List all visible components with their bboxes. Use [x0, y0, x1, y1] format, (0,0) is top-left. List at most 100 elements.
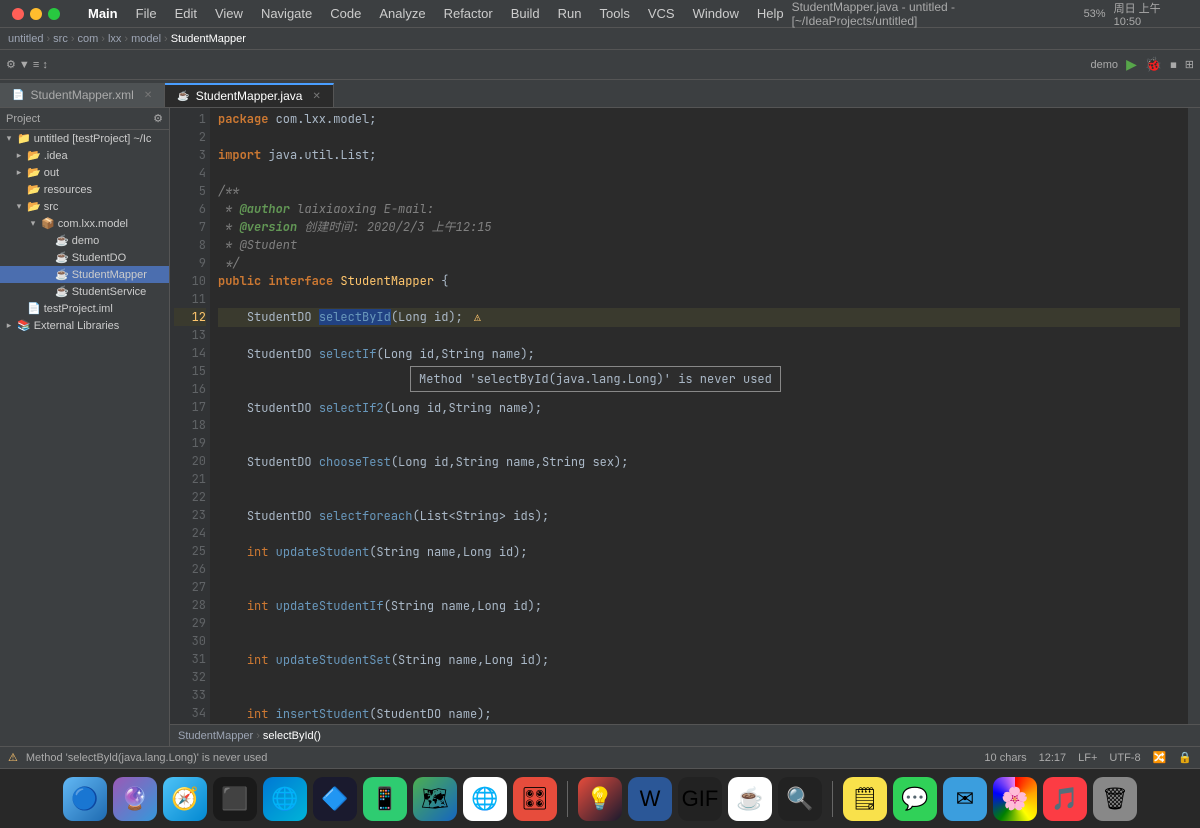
menu-build[interactable]: Build: [503, 4, 548, 23]
tree-src-label: src: [44, 201, 59, 213]
layout-button[interactable]: ⊞: [1185, 58, 1194, 71]
code-line-18: [218, 417, 1180, 435]
tab-xml-label: StudentMapper.xml: [30, 88, 133, 102]
tab-xml-close[interactable]: ✕: [144, 90, 152, 101]
run-config-label: demo: [1091, 59, 1119, 71]
tree-idea-label: .idea: [44, 150, 68, 162]
dock-safari[interactable]: 🧭: [163, 777, 207, 821]
tree-root[interactable]: ▾ 📁 untitled [testProject] ~/Ic: [0, 130, 169, 147]
debug-button[interactable]: 🐞: [1145, 56, 1162, 73]
dock-webstorm[interactable]: 🔷: [313, 777, 357, 821]
dock-chrome[interactable]: 🌐: [463, 777, 507, 821]
tab-java[interactable]: ☕ StudentMapper.java ✕: [165, 83, 334, 107]
scrollbar[interactable]: [1188, 108, 1200, 724]
dock-maps[interactable]: 🗺: [413, 777, 457, 821]
menu-help[interactable]: Help: [749, 4, 792, 23]
git-icon[interactable]: 🔀: [1153, 751, 1167, 764]
tree-item-studentdo[interactable]: ☕ StudentDO: [0, 249, 169, 266]
dock-edge[interactable]: 🌐: [263, 777, 307, 821]
dock-gifsicle[interactable]: GIF: [678, 777, 722, 821]
breadcrumb-item-model[interactable]: model: [131, 33, 161, 45]
system-tray: 53% 周日 上午10:50: [1084, 0, 1188, 28]
dock-notes[interactable]: 🗒: [843, 777, 887, 821]
dock-messages[interactable]: 💬: [893, 777, 937, 821]
tree-item-idea[interactable]: ▸ 📂 .idea: [0, 147, 169, 164]
menu-edit[interactable]: Edit: [167, 4, 205, 23]
minimize-button[interactable]: [30, 8, 42, 20]
tree-item-external[interactable]: ▸ 📚 External Libraries: [0, 317, 169, 334]
stop-button[interactable]: ⏹: [1170, 57, 1177, 73]
tree-studentdo-label: StudentDO: [72, 252, 126, 264]
dock-phone[interactable]: 📱: [363, 777, 407, 821]
menu-code[interactable]: Code: [322, 4, 369, 23]
code-line-3: import java.util.List;: [218, 146, 1180, 164]
menu-refactor[interactable]: Refactor: [436, 4, 501, 23]
menu-run[interactable]: Run: [550, 4, 590, 23]
tree-arrow: ▸: [4, 320, 14, 331]
code-line-14: StudentDO selectIf(Long id,String name);: [218, 345, 1180, 363]
bottom-breadcrumb-method[interactable]: selectById(): [263, 730, 321, 742]
iml-icon: 📄: [27, 302, 41, 315]
breadcrumb-item-untitled[interactable]: untitled: [8, 33, 43, 45]
close-button[interactable]: [12, 8, 24, 20]
menu-navigate[interactable]: Navigate: [253, 4, 320, 23]
code-line-8: * @Student: [218, 236, 1180, 254]
dock-siri[interactable]: 🔮: [113, 777, 157, 821]
breadcrumb-item-mapper[interactable]: StudentMapper: [171, 33, 246, 45]
dock-touchbar[interactable]: 🎛: [513, 777, 557, 821]
dock-search[interactable]: 🔍: [778, 777, 822, 821]
tree-item-demo[interactable]: ☕ demo: [0, 232, 169, 249]
code-line-29: [218, 615, 1180, 633]
menu-file[interactable]: File: [128, 4, 165, 23]
menu-window[interactable]: Window: [685, 4, 747, 23]
dock-mail[interactable]: ✉: [943, 777, 987, 821]
java-icon: ☕: [55, 234, 69, 247]
dock-finder[interactable]: 🔵: [63, 777, 107, 821]
code-line-25: int updateStudent(String name,Long id);: [218, 543, 1180, 561]
menu-tools[interactable]: Tools: [592, 4, 638, 23]
code-editor[interactable]: package com.lxx.model; import java.util.…: [210, 108, 1188, 724]
menu-view[interactable]: View: [207, 4, 251, 23]
maximize-button[interactable]: [48, 8, 60, 20]
tree-item-model-pkg[interactable]: ▾ 📦 com.lxx.model: [0, 215, 169, 232]
window-title: StudentMapper.java - untitled - [~/IdeaP…: [792, 0, 1084, 28]
titlebar-left: Main File Edit View Navigate Code Analyz…: [12, 4, 792, 23]
breadcrumb-item-com[interactable]: com: [78, 33, 99, 45]
tree-out-label: out: [44, 167, 59, 179]
dock-terminal[interactable]: ⬛: [213, 777, 257, 821]
sidebar-toolbar[interactable]: ⚙: [153, 112, 163, 125]
run-button[interactable]: ▶: [1126, 56, 1137, 73]
tree-item-studentmapper[interactable]: ☕ StudentMapper: [0, 266, 169, 283]
breadcrumb-item-lxx[interactable]: lxx: [108, 33, 121, 45]
tree-item-iml[interactable]: 📄 testProject.iml: [0, 300, 169, 317]
menu-vcs[interactable]: VCS: [640, 4, 683, 23]
ide-main: Project ⚙ ▾ 📁 untitled [testProject] ~/I…: [0, 108, 1200, 746]
tree-item-src[interactable]: ▾ 📂 src: [0, 198, 169, 215]
dock-word[interactable]: W: [628, 777, 672, 821]
bottom-breadcrumb-mapper[interactable]: StudentMapper: [178, 730, 253, 742]
project-label: Project: [6, 113, 40, 125]
dock-photos[interactable]: 🌸: [993, 777, 1037, 821]
code-line-11: [218, 290, 1180, 308]
tree-item-studentservice[interactable]: ☕ StudentService: [0, 283, 169, 300]
editor-area[interactable]: 12345 678910 1112131415 1617181920 21222…: [170, 108, 1200, 746]
tree-studentservice-label: StudentService: [72, 286, 147, 298]
window-controls[interactable]: [12, 8, 60, 20]
dock-music[interactable]: 🎵: [1043, 777, 1087, 821]
menu-main[interactable]: Main: [80, 4, 126, 23]
clock: 周日 上午10:50: [1114, 0, 1188, 28]
code-line-22: [218, 489, 1180, 507]
tree-arrow: ▾: [14, 201, 24, 212]
tree-item-out[interactable]: ▸ 📂 out: [0, 164, 169, 181]
tab-xml[interactable]: 📄 StudentMapper.xml ✕: [0, 83, 165, 107]
project-sidebar: Project ⚙ ▾ 📁 untitled [testProject] ~/I…: [0, 108, 170, 746]
dock-trash[interactable]: 🗑: [1093, 777, 1137, 821]
tree-item-resources[interactable]: 📂 resources: [0, 181, 169, 198]
toolbar-icons[interactable]: ⚙ ▼ ≡ ↕: [6, 58, 48, 71]
menu-analyze[interactable]: Analyze: [371, 4, 433, 23]
xml-file-icon: 📄: [12, 90, 24, 101]
dock-intellij[interactable]: 💡: [578, 777, 622, 821]
dock-java[interactable]: ☕: [728, 777, 772, 821]
breadcrumb-item-src[interactable]: src: [53, 33, 68, 45]
tab-java-close[interactable]: ✕: [312, 91, 320, 102]
